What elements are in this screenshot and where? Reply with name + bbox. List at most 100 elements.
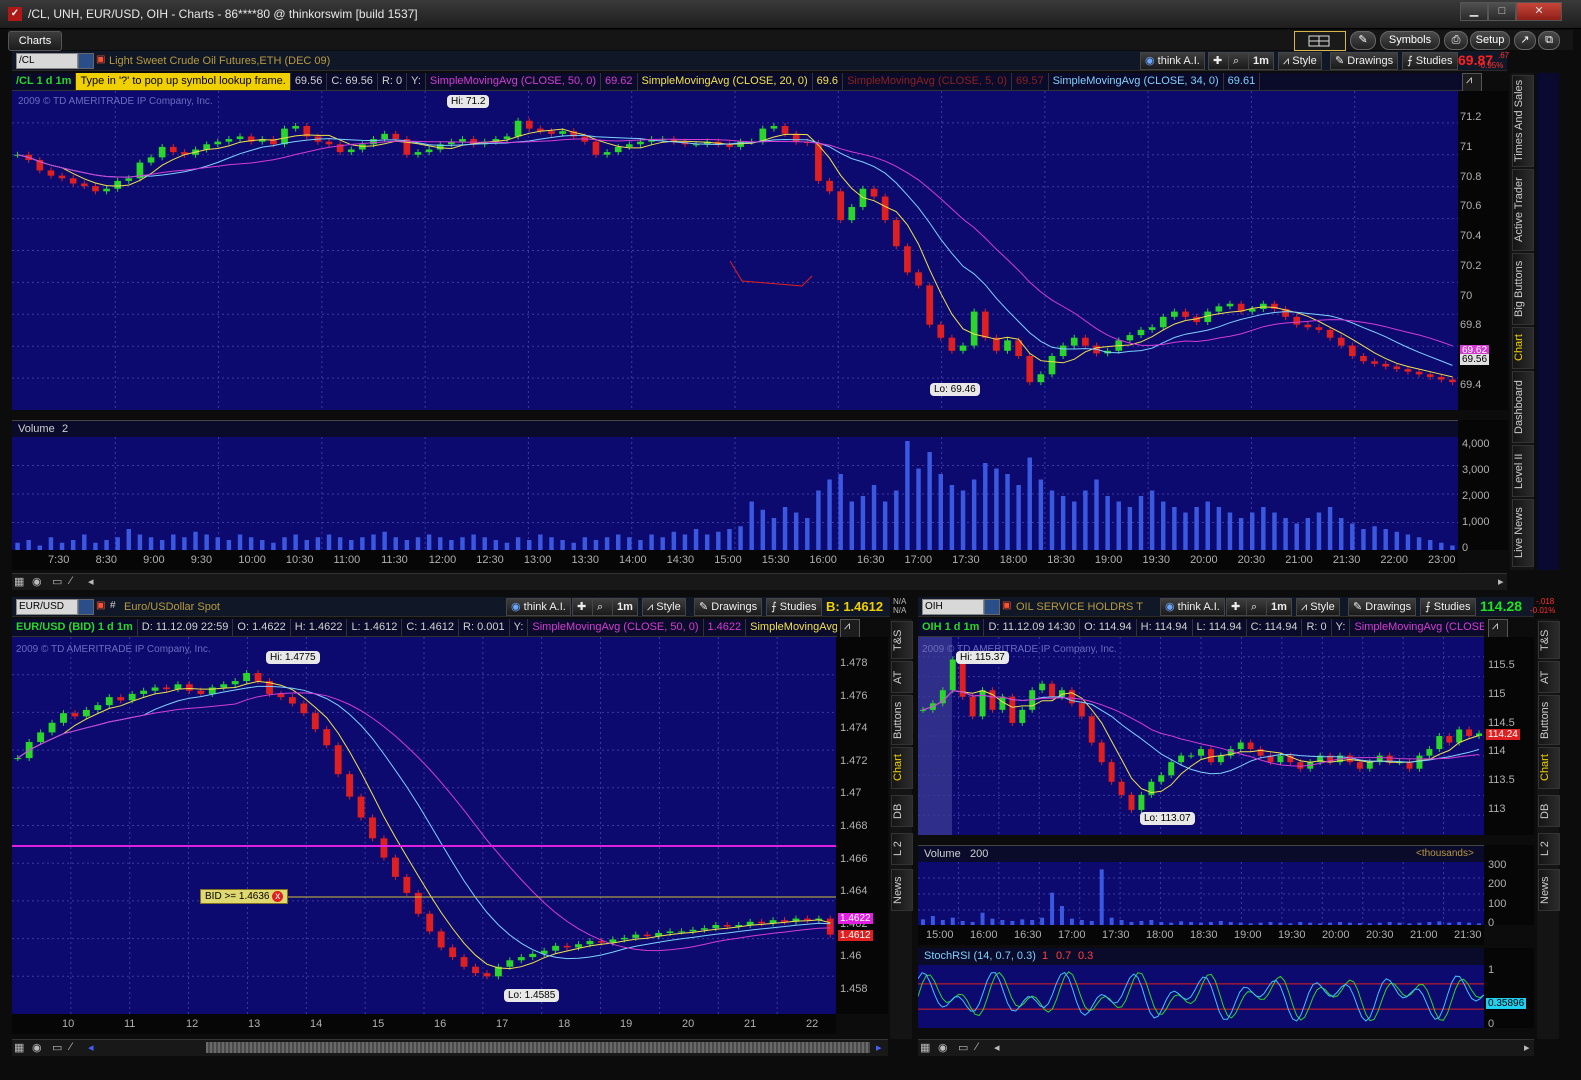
symbol-link-dropdown[interactable] [984, 599, 1000, 615]
candle [1382, 363, 1390, 367]
print-button[interactable]: ⎙ [1444, 31, 1468, 50]
tab-times-and-sales[interactable]: Times And Sales [1512, 75, 1534, 167]
scroll-left-icon[interactable]: ◂ [88, 575, 94, 588]
candle [1171, 311, 1178, 317]
tab-news[interactable]: News [1538, 869, 1560, 911]
cl-scrollbar[interactable]: ▦ ◉ ▭ ⁄ ◂ ▸ [12, 573, 1507, 590]
eur-symbol-field[interactable]: EUR/USD [16, 599, 78, 615]
eur-scrollbar[interactable]: ▦ ◉ ▭ ⁄ ◂ ▸ [12, 1039, 888, 1056]
tab-l2[interactable]: L 2 [891, 833, 913, 865]
oih-interval-button[interactable]: 1m [1266, 598, 1292, 616]
candle [128, 693, 136, 701]
window-title: /CL, UNH, EUR/USD, OIH - Charts - 86****… [28, 7, 418, 21]
symbol-link-dropdown[interactable] [78, 53, 94, 69]
cl-price-chart [12, 91, 1458, 410]
tab-db[interactable]: DB [891, 795, 913, 827]
scroll-right-icon[interactable]: ▸ [1524, 1041, 1530, 1054]
oih-style-button[interactable]: ⩘ Style [1296, 598, 1340, 616]
link-button[interactable]: ↗ [1514, 31, 1536, 50]
oih-volume-plot[interactable]: Volume 200 <thousands> [918, 845, 1484, 926]
tab-chart[interactable]: Chart [1512, 327, 1534, 369]
tab-ts[interactable]: T&S [1538, 621, 1560, 659]
eur-style-button[interactable]: ⩘ Style [642, 598, 686, 616]
oih-sma-label[interactable]: SimpleMovingAvg (CLOSE, ... [1350, 619, 1484, 636]
detach-button[interactable]: ⧉ [1538, 31, 1560, 50]
tab-level-ii[interactable]: Level II [1512, 445, 1534, 497]
eur-drawings-button[interactable]: ✎ Drawings [694, 598, 763, 616]
cl-price-plot[interactable]: 2009 © TD AMERITRADE IP Company, Inc. Hi… [12, 91, 1458, 410]
eur-think-ai-button[interactable]: ◉ think A.I. [506, 598, 571, 616]
eur-studies-button[interactable]: ⨍ Studies [766, 598, 822, 616]
eur-sma-more-label[interactable]: SimpleMovingAvg (C... [746, 619, 837, 636]
setup-button[interactable]: Setup [1470, 31, 1510, 50]
eur-zoom-button[interactable]: ⌕ [592, 598, 614, 616]
eur-crosshair-button[interactable]: ✚ [572, 598, 594, 616]
symbol-link-dropdown[interactable] [78, 599, 94, 615]
cl-symbol-field[interactable]: /CL [16, 53, 78, 69]
tab-at[interactable]: AT [1538, 661, 1560, 693]
tab-live-news[interactable]: Live News [1512, 499, 1534, 567]
oih-price-plot[interactable]: 2009 © TD AMERITRADE IP Company, Inc. Hi… [918, 637, 1484, 835]
cl-sma50-label[interactable]: SimpleMovingAvg (CLOSE, 50, 0) [426, 73, 602, 90]
cl-chart-type-button[interactable]: ⩘ [1462, 73, 1482, 92]
cl-interval-button[interactable]: 1m [1248, 52, 1274, 70]
eur-alert-label[interactable]: BID >= 1.4636 x [200, 889, 289, 904]
cl-crosshair-button[interactable]: ✚ [1208, 52, 1230, 70]
eur-scroll-thumb[interactable] [206, 1042, 870, 1053]
minimize-button[interactable]: ▁ [1460, 2, 1488, 21]
symbols-button[interactable]: Symbols [1380, 31, 1440, 50]
alert-remove-icon[interactable]: x [272, 891, 284, 902]
tab-active-trader[interactable]: Active Trader [1512, 169, 1534, 251]
tab-chart[interactable]: Chart [1538, 747, 1560, 789]
oih-zoom-button[interactable]: ⌕ [1246, 598, 1268, 616]
scroll-left-icon[interactable]: ◂ [994, 1041, 1000, 1054]
eur-interval-button[interactable]: 1m [612, 598, 638, 616]
wrench-button[interactable]: ✎ [1350, 31, 1376, 50]
cl-volume-plot[interactable]: Volume 2 [12, 420, 1458, 551]
oih-chart-type-button[interactable]: ⩘ [1488, 619, 1508, 638]
cl-style-button[interactable]: ⩘ Style [1278, 52, 1322, 70]
tab-buttons[interactable]: Buttons [891, 695, 913, 745]
volume-bar [549, 537, 554, 551]
cl-studies-button[interactable]: ⨍ Studies [1402, 52, 1458, 70]
scroll-left-icon[interactable]: ◂ [88, 1041, 94, 1054]
cl-zoom-button[interactable]: ⌕ [1228, 52, 1250, 70]
oih-scrollbar[interactable]: ▦ ◉ ▭ ⁄ ◂ ▸ [918, 1039, 1534, 1056]
scroll-right-icon[interactable]: ▸ [876, 1041, 882, 1054]
oih-description: OIL SERVICE HOLDRS T [1016, 601, 1143, 613]
tab-chart[interactable]: Chart [891, 747, 913, 789]
tab-at[interactable]: AT [891, 661, 913, 693]
tab-db[interactable]: DB [1538, 795, 1560, 827]
oih-volume-chart [918, 862, 1484, 926]
tab-l2[interactable]: L 2 [1538, 833, 1560, 865]
cl-sma34-label[interactable]: SimpleMovingAvg (CLOSE, 34, 0) [1049, 73, 1224, 90]
cl-sma5-label[interactable]: SimpleMovingAvg (CLOSE, 5, 0) [843, 73, 1013, 90]
tab-buttons[interactable]: Buttons [1538, 695, 1560, 745]
eur-sma50-label[interactable]: SimpleMovingAvg (CLOSE, 50, 0) [528, 619, 704, 636]
cl-think-ai-button[interactable]: ◉ think A.I. [1140, 52, 1205, 70]
oih-symbol-field[interactable]: OIH [922, 599, 984, 615]
style-icon: ⩘ [647, 601, 657, 613]
tab-ts[interactable]: T&S [891, 621, 913, 659]
scroll-right-icon[interactable]: ▸ [1498, 575, 1504, 588]
layout-grid-button[interactable] [1294, 31, 1346, 51]
maximize-button[interactable]: □ [1488, 2, 1516, 21]
eur-price-plot[interactable]: 2009 © TD AMERITRADE IP Company, Inc. Hi… [12, 637, 836, 1014]
tab-big-buttons[interactable]: Big Buttons [1512, 253, 1534, 325]
tab-news[interactable]: News [891, 869, 913, 911]
cl-sma20-label[interactable]: SimpleMovingAvg (CLOSE, 20, 0) [638, 73, 813, 90]
oih-think-ai-button[interactable]: ◉ think A.I. [1160, 598, 1225, 616]
oih-stochrsi-plot[interactable]: StochRSI (14, 0.7, 0.3) 1 0.7 0.3 [918, 948, 1484, 1028]
cl-drawings-button[interactable]: ✎ Drawings [1330, 52, 1399, 70]
eur-chart-type-button[interactable]: ⩘ [840, 619, 860, 638]
time-tick-label: 13:00 [523, 554, 552, 566]
oih-drawings-button[interactable]: ✎ Drawings [1348, 598, 1417, 616]
tab-charts[interactable]: Charts [8, 31, 62, 51]
oih-studies-button[interactable]: ⨍ Studies [1420, 598, 1476, 616]
oih-crosshair-button[interactable]: ✚ [1226, 598, 1248, 616]
tab-dashboard[interactable]: Dashboard [1512, 371, 1534, 443]
candle [959, 345, 967, 351]
volume-bar [916, 468, 921, 551]
candle [503, 136, 511, 140]
close-button[interactable]: ✕ [1516, 2, 1562, 21]
